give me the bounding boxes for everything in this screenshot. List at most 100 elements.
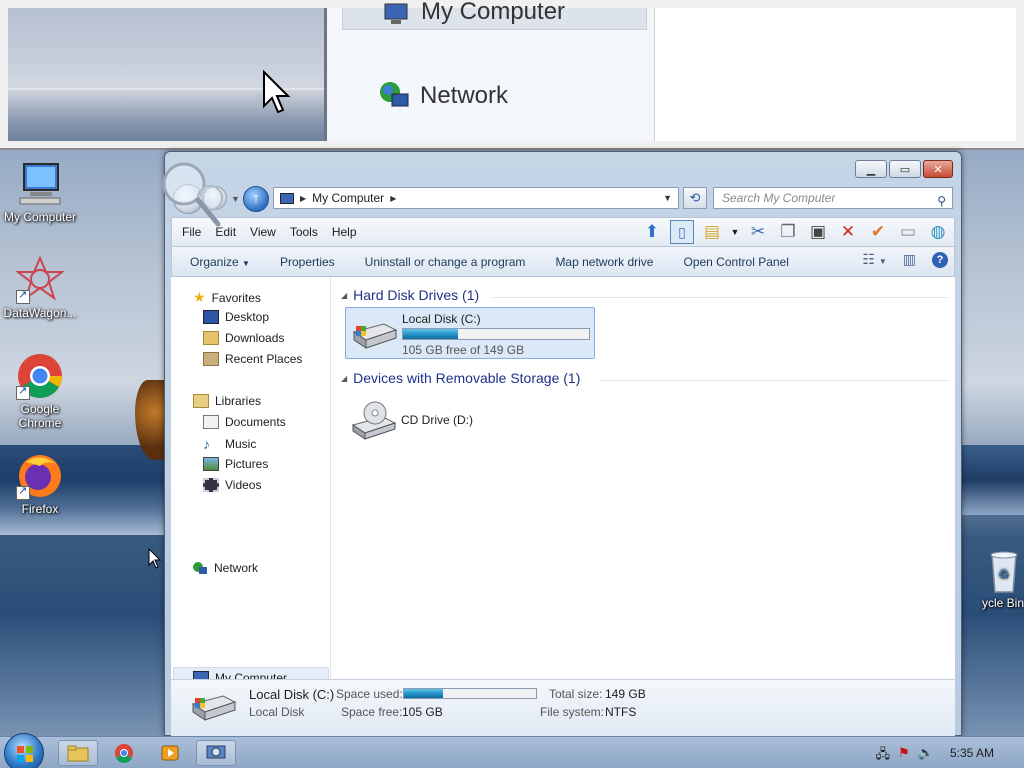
pictures-icon (203, 457, 219, 471)
up-button[interactable]: ↑ (243, 186, 269, 212)
chevron-down-icon: ▼ (242, 258, 250, 268)
network-status-icon[interactable]: 🖧 (876, 745, 891, 767)
group-header-label: Hard Disk Drives (1) (353, 287, 480, 303)
nav-videos[interactable]: Videos (203, 478, 261, 492)
folder-options-icon[interactable]: ▤ (700, 220, 724, 244)
copy-icon[interactable]: ❐ (776, 220, 800, 244)
taskbar: 🖧 ⚑ 🔈 5:35 AM (0, 733, 1024, 768)
globe-icon[interactable]: ◍ (926, 220, 950, 244)
drive-icon[interactable]: ▭ (896, 220, 920, 244)
nav-label: Pictures (225, 457, 269, 471)
network-icon (193, 562, 207, 574)
nav-documents[interactable]: Documents (203, 415, 286, 429)
drive-c-item[interactable]: Local Disk (C:) 105 GB free of 149 GB (345, 307, 595, 359)
shortcut-arrow-icon (16, 484, 30, 500)
magnified-network-item: Network (378, 80, 508, 112)
collapse-triangle-icon[interactable]: ◢ (341, 291, 347, 300)
up-folder-icon[interactable]: ⬆ (640, 220, 664, 244)
nav-recent-places[interactable]: Recent Places (203, 352, 302, 366)
nav-favorites[interactable]: ★ Favorites (193, 289, 261, 306)
organize-label: Organize (190, 254, 239, 269)
drive-d-item[interactable]: CD Drive (D:) (345, 395, 545, 445)
nav-label: Desktop (225, 310, 270, 324)
address-path[interactable]: My Computer (312, 191, 384, 205)
nav-libraries[interactable]: Libraries (193, 394, 261, 408)
properties-check-icon[interactable]: ✔ (866, 220, 890, 244)
shortcut-arrow-icon (16, 288, 30, 304)
taskbar-magnifier-button[interactable] (196, 740, 236, 766)
group-header-hard-disk-drives[interactable]: ◢ Hard Disk Drives (1) (341, 287, 479, 303)
group-divider (601, 380, 949, 381)
content-pane[interactable]: ◢ Hard Disk Drives (1) Local Disk (C:) 1… (331, 277, 955, 679)
dropdown-icon[interactable]: ▼ (730, 220, 740, 244)
desktop-icon (203, 310, 219, 324)
magnifier-glass-icon[interactable] (158, 158, 230, 230)
preview-pane-icon[interactable]: ▥ (903, 251, 916, 268)
taskbar-chrome-button[interactable] (104, 740, 144, 766)
taskbar-explorer-button[interactable] (58, 740, 98, 766)
nav-pictures[interactable]: Pictures (203, 457, 268, 471)
breadcrumb-arrow-icon[interactable]: ▶ (390, 194, 396, 203)
cut-icon[interactable]: ✂ (746, 220, 770, 244)
details-space-free-value: 105 GB (402, 705, 443, 719)
action-center-icon[interactable]: ⚑ (898, 745, 910, 767)
organize-button[interactable]: Organize ▼ (190, 255, 250, 269)
documents-icon (203, 415, 219, 429)
nav-music[interactable]: ♪ Music (203, 436, 256, 452)
nav-label: Documents (225, 415, 286, 429)
clock[interactable]: 5:35 AM (950, 746, 994, 760)
map-network-drive-button[interactable]: Map network drive (555, 255, 653, 269)
minimize-button[interactable]: ▁ (855, 160, 887, 178)
libraries-icon (193, 394, 209, 408)
nav-label: Favorites (211, 290, 261, 305)
menu-view[interactable]: View (250, 225, 276, 239)
drive-c-capacity-bar (402, 328, 590, 340)
maximize-button[interactable]: ▭ (889, 160, 921, 178)
desktop-icon-label: Firefox (21, 502, 59, 516)
star-icon: ★ (193, 289, 206, 305)
system-tray: 🖧 ⚑ 🔈 (876, 745, 934, 767)
search-placeholder: Search My Computer (722, 191, 836, 205)
close-button[interactable]: ✕ (923, 160, 953, 178)
open-control-panel-button[interactable]: Open Control Panel (683, 255, 788, 269)
search-input[interactable]: Search My Computer ⚲ (713, 187, 953, 209)
volume-icon[interactable]: 🔈 (918, 745, 934, 767)
collapse-triangle-icon[interactable]: ◢ (341, 374, 347, 383)
group-divider (491, 297, 949, 298)
desktop-icon-label: DataWagon... (3, 306, 77, 320)
windows-logo-icon (17, 746, 33, 762)
group-header-removable-storage[interactable]: ◢ Devices with Removable Storage (1) (341, 370, 580, 386)
taskbar-media-player-button[interactable] (150, 740, 190, 766)
address-dropdown-icon[interactable]: ▼ (663, 193, 672, 203)
shortcut-arrow-icon (16, 384, 30, 400)
computer-icon (280, 192, 294, 204)
start-button[interactable] (4, 733, 44, 768)
nav-network[interactable]: Network (192, 561, 258, 575)
desktop-icon-datawagon[interactable]: DataWagon... (0, 255, 80, 320)
address-bar[interactable]: ▶ My Computer ▶ ▼ (273, 187, 679, 209)
delete-icon[interactable]: ✕ (836, 220, 860, 244)
breadcrumb-arrow-icon: ▶ (300, 193, 307, 203)
media-player-icon (161, 745, 179, 761)
explorer-window[interactable]: ▁ ▭ ✕ ▼ ↑ ▶ My Computer ▶ ▼ ⟲ Search My … (164, 151, 962, 737)
search-icon[interactable]: ⚲ (937, 191, 946, 211)
help-icon[interactable]: ? (932, 251, 948, 268)
refresh-button[interactable]: ⟲ (683, 187, 707, 209)
nav-desktop[interactable]: Desktop (203, 310, 269, 324)
details-pane: Local Disk (C:) Local Disk Space used: S… (171, 679, 955, 737)
change-view-icon[interactable]: ☷ ▼ (862, 251, 886, 268)
menu-help[interactable]: Help (332, 225, 357, 239)
magnified-cursor-icon (263, 70, 291, 114)
menu-tools[interactable]: Tools (290, 225, 318, 239)
desktop-icon-firefox[interactable]: Firefox (0, 452, 80, 516)
uninstall-program-button[interactable]: Uninstall or change a program (365, 255, 526, 269)
drive-d-name: CD Drive (D:) (401, 413, 473, 427)
nav-downloads[interactable]: Downloads (203, 331, 284, 345)
properties-button[interactable]: Properties (280, 255, 335, 269)
paste-icon[interactable]: ▣ (806, 220, 830, 244)
desktop-icon-my-computer[interactable]: My Computer (0, 160, 80, 224)
folders-pane-icon[interactable]: ▯ (670, 220, 694, 244)
group-header-label: Devices with Removable Storage (1) (353, 370, 581, 386)
recent-pages-dropdown[interactable]: ▼ (231, 194, 240, 204)
desktop-icon-chrome[interactable]: Google Chrome (0, 352, 80, 430)
